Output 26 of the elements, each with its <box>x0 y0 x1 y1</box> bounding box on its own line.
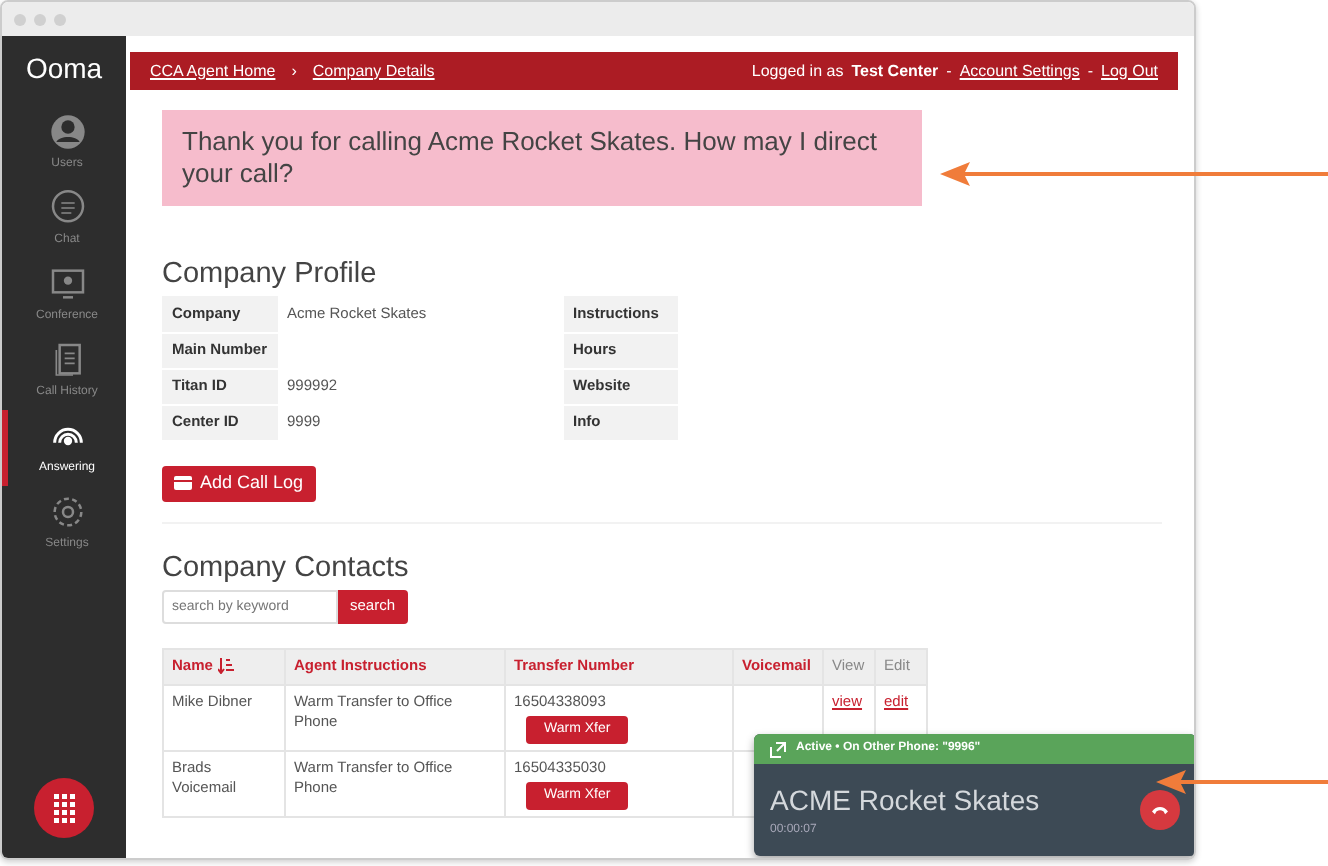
link-separator: - <box>1087 59 1094 83</box>
phone-icon <box>1152 804 1168 816</box>
header-link[interactable]: Log Out <box>1101 59 1158 83</box>
user-name: Test Center <box>851 59 939 83</box>
login-label: Logged in as <box>751 59 844 83</box>
greeting-banner: Thank you for calling Acme Rocket Skates. How may I direct your call? <box>162 110 922 206</box>
link-separator: - <box>946 59 952 83</box>
card-icon <box>174 476 192 490</box>
logo: Ooma <box>25 50 103 88</box>
transfer-icon <box>770 741 786 757</box>
settings-icon <box>47 492 87 532</box>
breadcrumb-separator: › <box>291 59 297 83</box>
add-call-log-button[interactable]: Add Call Log <box>162 465 316 501</box>
breadcrumb-link[interactable]: Company Details <box>312 59 435 83</box>
hang-up-button[interactable] <box>1140 790 1180 830</box>
dialpad-icon <box>53 793 75 823</box>
section-title: Company Contacts <box>162 551 411 585</box>
sort-icon[interactable] <box>218 658 235 675</box>
chat-icon <box>47 188 87 228</box>
breadcrumb-link[interactable]: CCA Agent Home <box>150 59 276 83</box>
dialpad-button[interactable] <box>34 778 94 838</box>
user-icon <box>47 112 87 152</box>
caller-name: ACME Rocket Skates <box>770 782 1040 820</box>
section-title: Company Profile <box>162 258 379 292</box>
monitor-icon <box>47 264 87 304</box>
header-link[interactable]: Account Settings <box>959 59 1080 83</box>
